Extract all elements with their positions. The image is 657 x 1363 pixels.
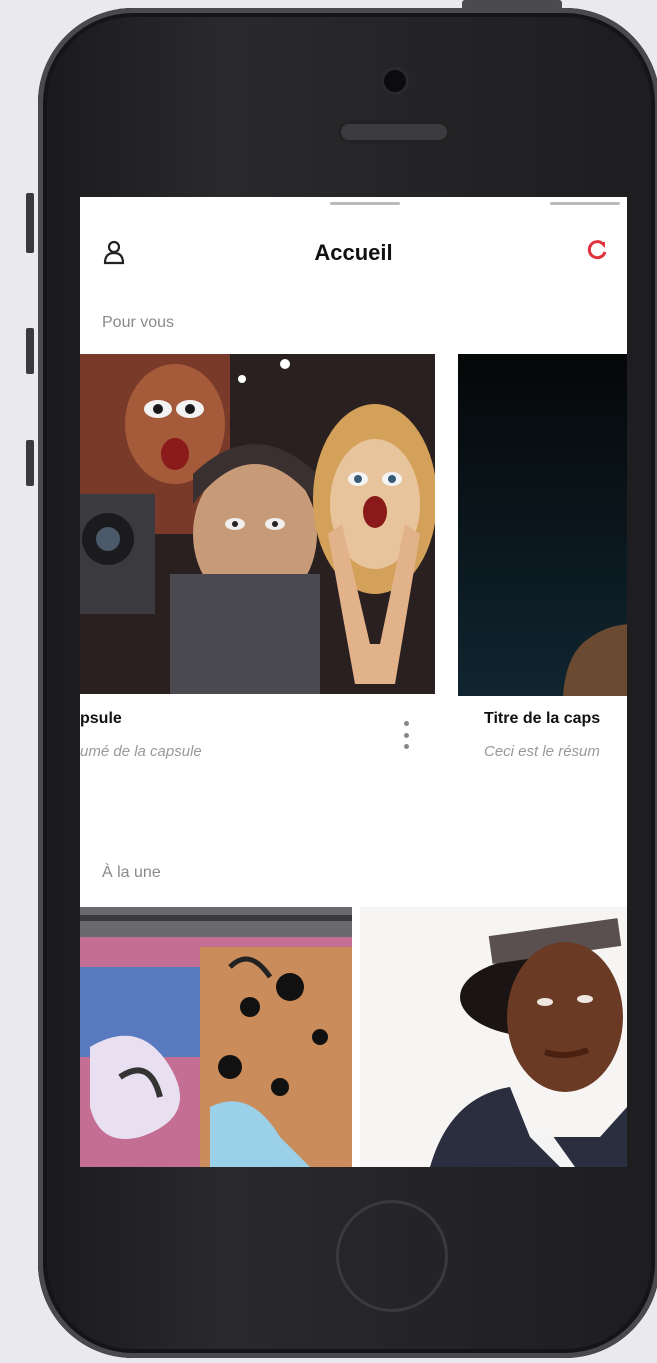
portrait-image (360, 907, 627, 1167)
home-button[interactable] (336, 1200, 448, 1312)
section-title-for-you: Pour vous (102, 314, 175, 331)
page-title: Accueil (314, 240, 393, 265)
volume-up-button (26, 328, 34, 374)
featured-carousel[interactable] (80, 907, 627, 1167)
for-you-carousel[interactable]: psule umé de la capsule Titre de la caps… (80, 354, 627, 784)
capsule-title: Titre de la caps (484, 710, 601, 727)
mute-switch (26, 193, 34, 253)
section-title-featured: À la une (102, 864, 161, 881)
nav-bar: Accueil (80, 197, 627, 279)
more-options-icon[interactable] (398, 717, 414, 753)
refresh-icon[interactable] (586, 239, 608, 261)
front-camera (384, 70, 406, 92)
comic-art-image (80, 354, 435, 694)
volume-down-button (26, 440, 34, 486)
capsule-thumbnail[interactable] (80, 354, 435, 694)
featured-card-portrait[interactable] (360, 907, 627, 1167)
capsule-title: psule (80, 710, 122, 727)
earpiece-speaker (338, 121, 450, 143)
featured-card-graffiti[interactable] (80, 907, 352, 1167)
capsule-thumbnail[interactable] (458, 354, 627, 696)
capsule-description: Ceci est le résum (484, 743, 600, 760)
dark-photo-image (458, 354, 627, 696)
app-screen: Accueil Pour vous psule umé de la capsul… (80, 197, 627, 1167)
capsule-card[interactable]: psule umé de la capsule (80, 354, 440, 784)
capsule-card[interactable]: Titre de la caps Ceci est le résum (458, 354, 627, 784)
graffiti-image (80, 907, 352, 1167)
capsule-description: umé de la capsule (80, 743, 202, 760)
